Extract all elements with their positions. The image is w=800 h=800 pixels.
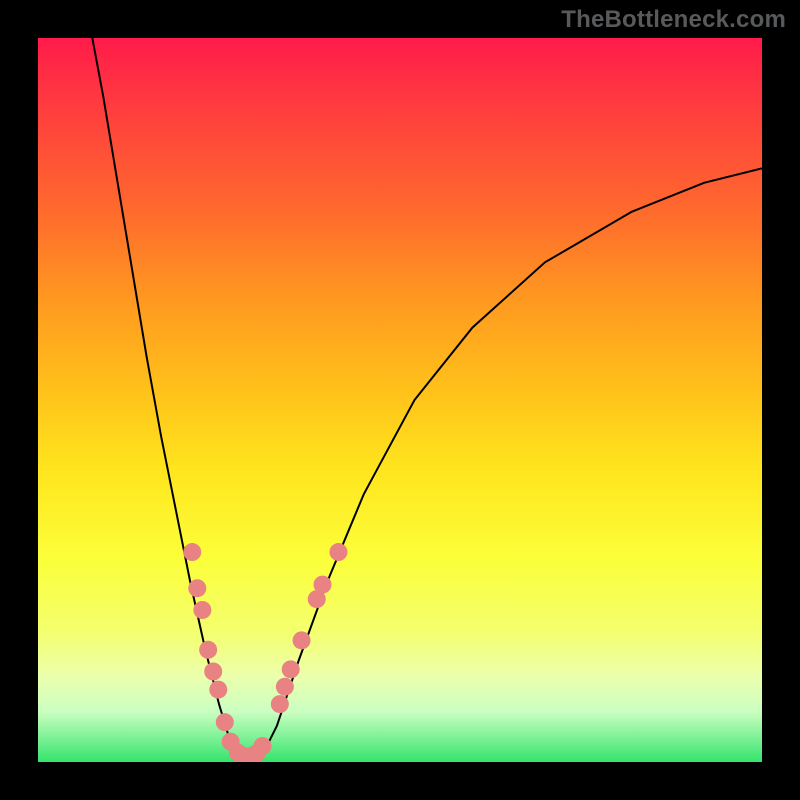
data-marker (209, 681, 227, 699)
data-marker (183, 543, 201, 561)
data-marker (253, 737, 271, 755)
marker-group (183, 543, 347, 762)
data-marker (204, 663, 222, 681)
data-marker (329, 543, 347, 561)
plot-area (38, 38, 762, 762)
data-marker (216, 713, 234, 731)
data-marker (193, 601, 211, 619)
data-marker (314, 576, 332, 594)
chart-svg (38, 38, 762, 762)
bottleneck-curve (92, 38, 762, 760)
watermark-text: TheBottleneck.com (561, 6, 786, 34)
data-marker (282, 660, 300, 678)
data-marker (271, 695, 289, 713)
data-marker (199, 641, 217, 659)
data-marker (188, 579, 206, 597)
chart-frame: TheBottleneck.com (0, 0, 800, 800)
data-marker (276, 678, 294, 696)
data-marker (293, 631, 311, 649)
